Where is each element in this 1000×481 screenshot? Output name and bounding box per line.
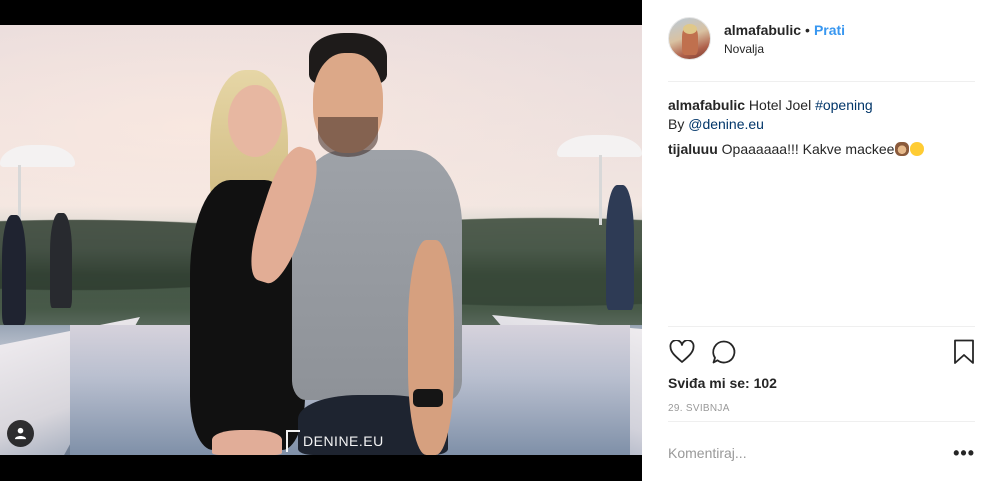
caption-author[interactable]: almafabulic <box>668 97 745 113</box>
action-bar <box>668 338 978 368</box>
watermark-text: DENINE.EU <box>303 433 384 449</box>
post-side-panel: almafabulic • Prati Novalja almafabulic … <box>643 0 1000 481</box>
post-date[interactable]: 29. svibnja <box>668 403 730 414</box>
caption-by: By <box>668 116 685 132</box>
divider <box>668 81 975 82</box>
like-button[interactable] <box>668 338 696 366</box>
likes-count[interactable]: Sviđa mi se: 102 <box>668 375 777 391</box>
comment-input[interactable] <box>668 445 928 461</box>
comment-form: ••• <box>668 440 975 466</box>
header-text: almafabulic • Prati Novalja <box>724 21 845 56</box>
comments-list: almafabulic Hotel Joel #opening By @deni… <box>668 96 978 165</box>
woman-face <box>228 85 282 157</box>
caption: almafabulic Hotel Joel #opening By @deni… <box>668 96 978 134</box>
woman-legs <box>212 430 282 455</box>
user-icon <box>14 427 27 440</box>
list-item: tijaluuu Opaaaaaa!!! Kakve mackee <box>668 140 978 159</box>
divider <box>668 421 975 422</box>
more-options-button[interactable]: ••• <box>953 444 975 462</box>
user-tag-button[interactable] <box>7 420 34 447</box>
name-line: almafabulic • Prati <box>724 21 845 39</box>
follow-button[interactable]: Prati <box>814 21 845 39</box>
speech-bubble-icon <box>712 340 736 364</box>
mention-link[interactable]: @denine.eu <box>688 116 764 132</box>
heart-outline-icon <box>669 340 695 363</box>
post-header: almafabulic • Prati Novalja <box>668 17 845 60</box>
man-beard <box>318 117 378 157</box>
wristwatch <box>413 389 443 407</box>
watermark-logo-icon <box>286 430 300 452</box>
save-button[interactable] <box>950 338 978 366</box>
photo-panel: DENINE.EU <box>0 0 642 481</box>
see-no-evil-monkey-icon <box>895 142 910 156</box>
bookmark-icon <box>954 339 974 364</box>
background-person <box>606 185 634 310</box>
avatar[interactable] <box>668 17 711 60</box>
photo-watermark: DENINE.EU <box>286 426 384 455</box>
background-person <box>2 215 26 325</box>
man-arm <box>408 240 454 455</box>
comment-text: Opaaaaaa!!! Kakve mackee <box>721 141 895 157</box>
divider <box>668 326 975 327</box>
post-photo[interactable]: DENINE.EU <box>0 25 642 455</box>
caption-text: Hotel Joel <box>748 97 812 113</box>
parasol-pole-right <box>599 155 602 225</box>
avatar-hair <box>683 24 697 34</box>
comment-button[interactable] <box>710 338 738 366</box>
background-person <box>50 213 72 308</box>
separator-dot: • <box>805 22 810 38</box>
location-link[interactable]: Novalja <box>724 42 845 56</box>
comment-author[interactable]: tijaluuu <box>668 141 718 157</box>
heart-eyes-icon <box>910 142 925 156</box>
username-link[interactable]: almafabulic <box>724 21 801 39</box>
hashtag-link[interactable]: #opening <box>815 97 873 113</box>
